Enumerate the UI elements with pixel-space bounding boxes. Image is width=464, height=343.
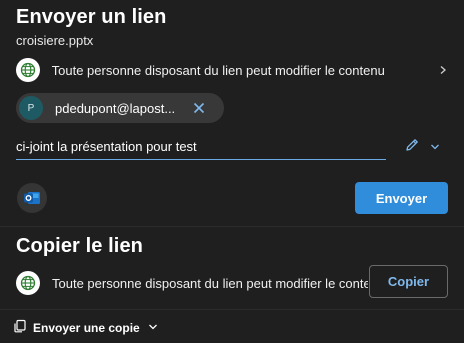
copy-icon <box>13 319 27 336</box>
copy-button[interactable]: Copier <box>369 265 448 298</box>
chevron-down-icon <box>148 321 158 335</box>
file-name: croisiere.pptx <box>16 33 94 48</box>
section-divider <box>0 226 464 227</box>
message-input-underline <box>16 159 386 160</box>
permission-setting[interactable]: Toute personne disposant du lien peut mo… <box>16 56 448 84</box>
chevron-right-icon <box>438 62 448 78</box>
send-copy-button[interactable]: Envoyer une copie <box>13 319 158 336</box>
chevron-down-icon <box>430 139 440 157</box>
copy-permission-text: Toute personne disposant du lien peut mo… <box>52 275 368 291</box>
globe-icon <box>16 58 40 82</box>
edit-permission-button[interactable] <box>404 137 440 158</box>
avatar: P <box>19 96 43 120</box>
globe-icon <box>16 271 40 295</box>
copy-permission-setting[interactable]: Toute personne disposant du lien peut mo… <box>16 269 368 297</box>
pencil-icon <box>404 137 420 158</box>
permission-text: Toute personne disposant du lien peut mo… <box>51 62 385 78</box>
send-link-title: Envoyer un lien <box>16 6 167 28</box>
recipient-chip[interactable]: P pdedupont@lapost... <box>16 93 224 123</box>
outlook-icon[interactable] <box>17 183 47 213</box>
send-copy-label: Envoyer une copie <box>33 320 140 335</box>
close-icon[interactable] <box>193 102 205 114</box>
copy-link-title: Copier le lien <box>16 235 143 257</box>
message-input[interactable]: ci-joint la présentation pour test <box>16 139 386 154</box>
recipient-email: pdedupont@lapost... <box>55 100 176 116</box>
footer-divider <box>0 309 464 310</box>
send-button[interactable]: Envoyer <box>355 182 448 214</box>
